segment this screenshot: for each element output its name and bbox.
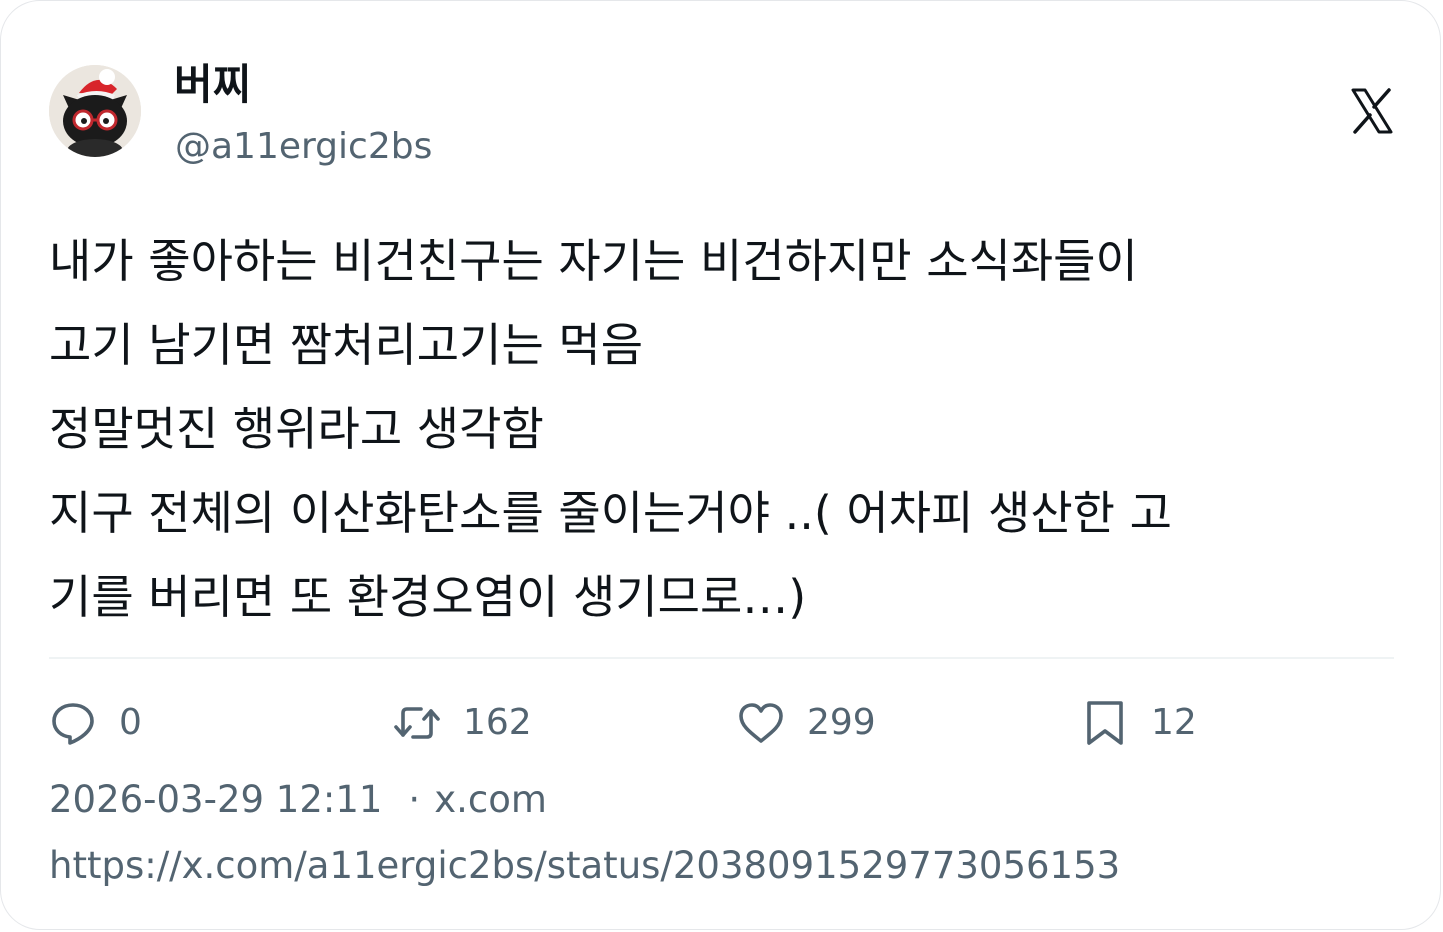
tweet-line: 지구 전체의 이산화탄소를 줄이는거야 ..( 어차피 생산한 고: [49, 486, 1172, 540]
heart-icon: [739, 703, 783, 743]
avatar[interactable]: [49, 65, 141, 157]
x-logo-icon[interactable]: [1351, 88, 1393, 134]
reply-count: 0: [119, 702, 142, 743]
bookmark-button[interactable]: 12: [1081, 697, 1197, 749]
user-handle[interactable]: @a11ergic2bs: [175, 125, 432, 169]
tweet-url[interactable]: https://x.com/a11ergic2bs/status/2038091…: [49, 843, 1120, 889]
tweet-line: 내가 좋아하는 비건친구는 자기는 비건하지만 소식좌들이: [49, 234, 1138, 288]
tweet-line: 정말멋진 행위라고 생각함: [49, 402, 544, 456]
reply-button[interactable]: 0: [49, 697, 142, 749]
timestamp[interactable]: 2026-03-29 12:11: [49, 778, 382, 821]
tweet-line: 기를 버리면 또 환경오염이 생기므로…): [49, 570, 807, 624]
tweet-meta: 2026-03-29 12:11 · x.com: [49, 777, 547, 823]
source-link[interactable]: x.com: [434, 778, 547, 821]
like-button[interactable]: 299: [737, 697, 876, 749]
meta-separator: ·: [408, 778, 421, 821]
divider: [49, 657, 1394, 659]
black-cat-avatar-icon: [49, 65, 141, 157]
reply-icon: [52, 703, 94, 745]
tweet-text: 내가 좋아하는 비건친구는 자기는 비건하지만 소식좌들이 고기 남기면 짬처리…: [49, 219, 1419, 639]
repost-icon: [394, 707, 440, 739]
repost-button[interactable]: 162: [393, 697, 532, 749]
bookmark-count: 12: [1151, 702, 1197, 743]
repost-count: 162: [463, 702, 532, 743]
tweet-card: 버찌 @a11ergic2bs 내가 좋아하는 비건친구는 자기는 비건하지만 …: [0, 0, 1441, 930]
display-name[interactable]: 버찌: [174, 59, 251, 111]
like-count: 299: [807, 702, 876, 743]
tweet-line: 고기 남기면 짬처리고기는 먹음: [49, 318, 644, 372]
bookmark-icon: [1087, 701, 1123, 745]
